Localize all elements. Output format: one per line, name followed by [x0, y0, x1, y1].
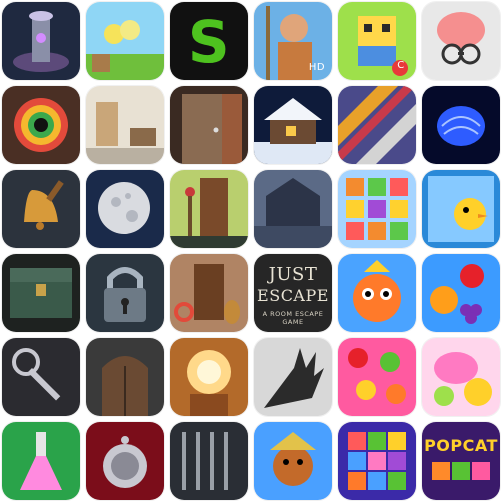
golden-bell-icon[interactable] [2, 170, 80, 248]
snow-cabin-icon[interactable] [254, 86, 332, 164]
just-escape-line-1: JUST [268, 264, 318, 285]
letter-s-glyph: S [187, 8, 231, 76]
brick-room-icon[interactable] [170, 254, 248, 332]
treasure-chest-icon[interactable] [2, 254, 80, 332]
orange-monster-icon[interactable] [338, 254, 416, 332]
just-escape-line-2: ESCAPE [257, 286, 329, 305]
scarecrow-icon[interactable] [254, 422, 332, 500]
green-dots-icon[interactable] [86, 2, 164, 80]
color-eye-icon[interactable] [2, 86, 80, 164]
just-escape-line-3: A ROOM ESCAPE GAME [262, 310, 324, 326]
prison-cell-icon[interactable] [170, 422, 248, 500]
blue-brain-icon[interactable] [422, 86, 500, 164]
fruit-crush-icon[interactable] [338, 338, 416, 416]
haunted-house-icon[interactable] [254, 170, 332, 248]
c-badge: C [397, 60, 405, 71]
letter-s-icon[interactable]: S [170, 2, 248, 80]
candy-sweets-icon[interactable] [422, 338, 500, 416]
white-room-icon[interactable] [86, 86, 164, 164]
pink-flask-icon[interactable] [2, 422, 80, 500]
ornate-key-icon[interactable] [2, 338, 80, 416]
popcat-icon[interactable]: POPCAT [422, 422, 500, 500]
wooden-door-icon[interactable] [170, 86, 248, 164]
silver-locket-icon[interactable] [86, 422, 164, 500]
mystic-pillar-icon[interactable] [2, 2, 80, 80]
bright-doorway-icon[interactable] [170, 338, 248, 416]
pixel-hero-icon[interactable]: C [338, 2, 416, 80]
just-escape-icon[interactable]: JUST ESCAPE A ROOM ESCAPE GAME [254, 254, 332, 332]
app-icon-grid: S HD C JUST ESCAPE A ROOM ESCAPE GAME PO… [0, 0, 504, 504]
block-puzzle-icon[interactable] [338, 422, 416, 500]
hd-badge: HD [308, 62, 326, 73]
brain-glasses-icon[interactable] [422, 2, 500, 80]
shadow-hand-icon[interactable] [254, 338, 332, 416]
spartan-warrior-icon[interactable]: HD [254, 2, 332, 80]
fruit-match-icon[interactable] [338, 170, 416, 248]
green-room-door-icon[interactable] [170, 170, 248, 248]
fruit-splash-icon[interactable] [422, 254, 500, 332]
padlock-icon[interactable] [86, 254, 164, 332]
diagonal-stripes-icon[interactable] [338, 86, 416, 164]
castle-gate-icon[interactable] [86, 338, 164, 416]
popcat-title: POPCAT [424, 436, 498, 455]
chick-puzzle-icon[interactable] [422, 170, 500, 248]
moon-icon[interactable] [86, 170, 164, 248]
